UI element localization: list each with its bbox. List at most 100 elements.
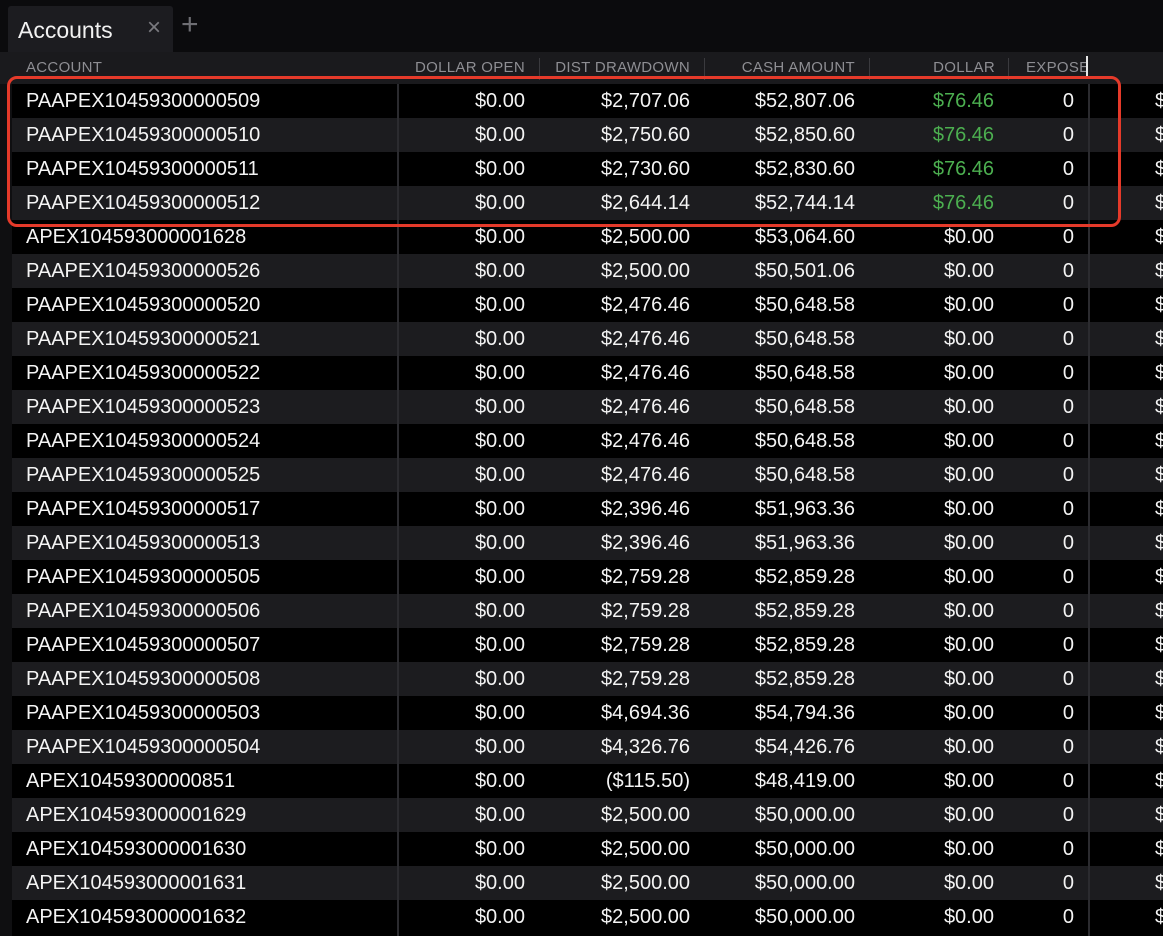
table-row[interactable]: PAAPEX10459300000517 $0.00 $2,396.46 $51,96…: [12, 492, 1163, 526]
cell-truncated: $: [1155, 464, 1163, 486]
table-row[interactable]: PAAPEX10459300000506 $0.00 $2,759.28 $52,85…: [12, 594, 1163, 628]
cell-cash-amount: $51,963.36: [754, 498, 855, 520]
cell-dist-drawdown: $2,476.46: [601, 294, 690, 316]
column-resize-handle[interactable]: [1086, 56, 1088, 78]
cell-account: PAAPEX10459300000503: [26, 702, 261, 724]
column-divider[interactable]: [539, 58, 540, 80]
add-tab-icon[interactable]: +: [181, 10, 199, 40]
table-row[interactable]: APEX104593000001631 $0.00 $2,500.00 $50,000…: [12, 866, 1163, 900]
column-header-cash-amount[interactable]: CASH AMOUNT: [710, 52, 855, 84]
cell-expose: 0: [1062, 498, 1074, 520]
column-divider[interactable]: [704, 58, 705, 80]
table-row[interactable]: PAAPEX10459300000520 $0.00 $2,476.46 $50,64…: [12, 288, 1163, 322]
table-row[interactable]: PAAPEX10459300000525 $0.00 $2,476.46 $50,64…: [12, 458, 1163, 492]
cell-dollar-open: $0.00: [474, 464, 525, 486]
column-header-expose[interactable]: EXPOSE: [1026, 52, 1086, 84]
cell-expose: 0: [1062, 634, 1074, 656]
cell-truncated: $: [1155, 838, 1163, 860]
column-header-dollar-open[interactable]: DOLLAR OPEN: [400, 52, 525, 84]
table-row[interactable]: APEX10459300000851 $0.00 ($115.50) $48,419.…: [12, 764, 1163, 798]
tab-accounts[interactable]: Accounts ×: [8, 6, 173, 52]
cell-dist-drawdown: $2,750.60: [601, 124, 690, 146]
cell-expose: 0: [1062, 226, 1074, 248]
cell-dollar: $76.46: [932, 158, 994, 180]
cell-dollar: $0.00: [943, 600, 994, 622]
column-divider[interactable]: [869, 58, 870, 80]
cell-dist-drawdown: $2,759.28: [601, 600, 690, 622]
cell-dist-drawdown: $2,476.46: [601, 328, 690, 350]
cell-dist-drawdown: $4,326.76: [601, 736, 690, 758]
cell-expose: 0: [1062, 124, 1074, 146]
cell-cash-amount: $52,744.14: [754, 192, 855, 214]
column-header-account[interactable]: ACCOUNT: [26, 52, 102, 84]
cell-cash-amount: $50,648.58: [754, 396, 855, 418]
cell-dollar: $0.00: [943, 736, 994, 758]
table-row[interactable]: PAAPEX10459300000509 $0.00 $2,707.06 $52,80…: [12, 84, 1163, 118]
table-row[interactable]: PAAPEX10459300000512 $0.00 $2,644.14 $52,74…: [12, 186, 1163, 220]
cell-dollar: $76.46: [932, 90, 994, 112]
cell-expose: 0: [1062, 396, 1074, 418]
cell-cash-amount: $54,426.76: [754, 736, 855, 758]
table-row[interactable]: PAAPEX10459300000521 $0.00 $2,476.46 $50,64…: [12, 322, 1163, 356]
cell-truncated: $: [1155, 804, 1163, 826]
cell-dollar: $0.00: [943, 396, 994, 418]
table-row[interactable]: PAAPEX10459300000523 $0.00 $2,476.46 $50,64…: [12, 390, 1163, 424]
cell-expose: 0: [1062, 362, 1074, 384]
table-row[interactable]: APEX104593000001628 $0.00 $2,500.00 $53,064…: [12, 220, 1163, 254]
cell-dist-drawdown: $2,500.00: [601, 804, 690, 826]
cell-account: PAAPEX10459300000507: [26, 634, 261, 656]
cell-account: PAAPEX10459300000513: [26, 532, 261, 554]
table-row[interactable]: PAAPEX10459300000510 $0.00 $2,750.60 $52,85…: [12, 118, 1163, 152]
cell-account: APEX10459300000851: [26, 770, 236, 792]
cell-dist-drawdown: $2,730.60: [601, 158, 690, 180]
cell-cash-amount: $52,859.28: [754, 634, 855, 656]
table-row[interactable]: PAAPEX10459300000513 $0.00 $2,396.46 $51,96…: [12, 526, 1163, 560]
cell-dollar-open: $0.00: [474, 770, 525, 792]
table-row[interactable]: PAAPEX10459300000522 $0.00 $2,476.46 $50,64…: [12, 356, 1163, 390]
cell-account: APEX104593000001630: [26, 838, 247, 860]
cell-expose: 0: [1062, 702, 1074, 724]
cell-truncated: $: [1155, 430, 1163, 452]
table-row[interactable]: PAAPEX10459300000507 $0.00 $2,759.28 $52,85…: [12, 628, 1163, 662]
cell-expose: 0: [1062, 294, 1074, 316]
column-header-dollar[interactable]: DOLLAR: [875, 52, 995, 84]
table-row[interactable]: PAAPEX10459300000508 $0.00 $2,759.28 $52,85…: [12, 662, 1163, 696]
column-divider[interactable]: [1008, 58, 1009, 80]
cell-dollar-open: $0.00: [474, 872, 525, 894]
cell-dist-drawdown: $2,500.00: [601, 838, 690, 860]
table-row[interactable]: PAAPEX10459300000504 $0.00 $4,326.76 $54,42…: [12, 730, 1163, 764]
cell-dist-drawdown: $2,644.14: [601, 192, 690, 214]
cell-cash-amount: $50,648.58: [754, 430, 855, 452]
cell-account: PAAPEX10459300000525: [26, 464, 261, 486]
cell-expose: 0: [1062, 770, 1074, 792]
close-icon[interactable]: ×: [147, 16, 161, 40]
cell-account: PAAPEX10459300000509: [26, 90, 261, 112]
cell-truncated: $: [1155, 328, 1163, 350]
cell-dist-drawdown: $2,476.46: [601, 362, 690, 384]
table-row[interactable]: PAAPEX10459300000526 $0.00 $2,500.00 $50,50…: [12, 254, 1163, 288]
cell-account: PAAPEX10459300000508: [26, 668, 261, 690]
table-row[interactable]: APEX104593000001629 $0.00 $2,500.00 $50,000…: [12, 798, 1163, 832]
cell-dollar: $0.00: [943, 294, 994, 316]
cell-dist-drawdown: $2,476.46: [601, 396, 690, 418]
table-row[interactable]: PAAPEX10459300000503 $0.00 $4,694.36 $54,79…: [12, 696, 1163, 730]
cell-dollar: $76.46: [932, 192, 994, 214]
cell-expose: 0: [1062, 736, 1074, 758]
cell-dollar: $0.00: [943, 532, 994, 554]
cell-dist-drawdown: $2,500.00: [601, 226, 690, 248]
cell-dist-drawdown: $2,476.46: [601, 464, 690, 486]
cell-expose: 0: [1062, 192, 1074, 214]
cell-expose: 0: [1062, 600, 1074, 622]
table-row[interactable]: APEX104593000001630 $0.00 $2,500.00 $50,000…: [12, 832, 1163, 866]
cell-dollar-open: $0.00: [474, 804, 525, 826]
table-row[interactable]: PAAPEX10459300000524 $0.00 $2,476.46 $50,64…: [12, 424, 1163, 458]
column-header-dist-drawdown[interactable]: DIST DRAWDOWN: [545, 52, 690, 84]
cell-account: PAAPEX10459300000511: [26, 158, 259, 180]
cell-cash-amount: $51,963.36: [754, 532, 855, 554]
table-row[interactable]: APEX104593000001632 $0.00 $2,500.00 $50,000…: [12, 900, 1163, 934]
table-row[interactable]: PAAPEX10459300000505 $0.00 $2,759.28 $52,85…: [12, 560, 1163, 594]
cell-dollar-open: $0.00: [474, 634, 525, 656]
cell-dist-drawdown: $2,500.00: [601, 906, 690, 928]
cell-cash-amount: $52,807.06: [754, 90, 855, 112]
table-row[interactable]: PAAPEX10459300000511 $0.00 $2,730.60 $52,83…: [12, 152, 1163, 186]
